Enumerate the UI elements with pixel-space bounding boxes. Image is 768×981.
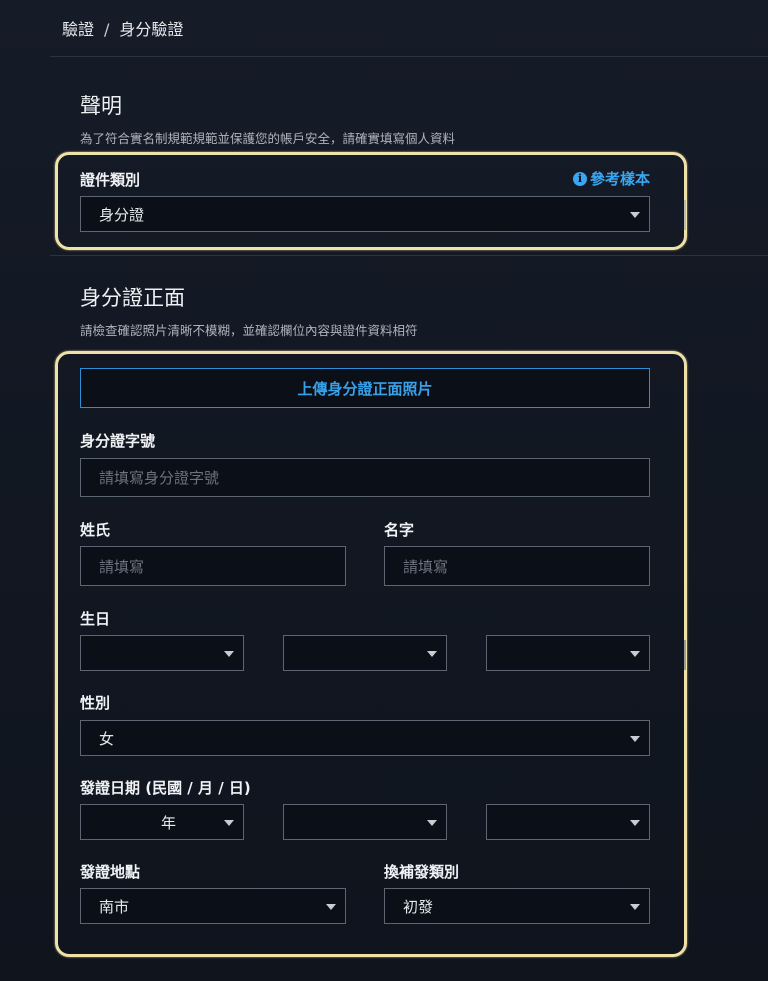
info-icon: i [572,171,587,186]
id-front-subtitle: 請檢查確認照片清晰不模糊，並確認欄位內容與證件資料相符 [80,323,418,338]
issue-year-value: 年 [161,813,177,832]
reference-sample-label: 參考樣本 [589,170,650,188]
issue-day-select[interactable] [486,804,650,840]
given-name-placeholder: 請填寫 [403,557,449,576]
issue-type-label: 換補發類別 [384,863,460,881]
section-divider [50,255,768,256]
reference-sample-link[interactable]: i 參考樣本 [572,168,650,189]
top-divider [50,56,768,57]
identity-verification-page: 驗證 / 身分驗證 聲明 為了符合實名制規範規範並保護您的帳戶安全，請確實填寫個人資… [0,0,768,981]
upload-id-front-button[interactable]: 上傳身分證正面照片 [80,368,650,408]
doc-type-label: 證件類別 [80,171,141,189]
issue-type-select[interactable]: 初發 [384,888,650,924]
chevron-down-icon [630,736,640,742]
birthday-year-select[interactable] [80,635,244,671]
surname-input[interactable]: 請填寫 [80,546,346,586]
scrollbar-indicator [684,200,686,230]
chevron-down-icon [326,904,336,910]
given-name-label: 名字 [384,521,415,539]
id-number-label: 身分證字號 [80,432,156,450]
birthday-label: 生日 [80,610,111,628]
breadcrumb-current: 身分驗證 [119,20,184,39]
issue-place-select[interactable]: 南市 [80,888,346,924]
chevron-down-icon [630,820,640,826]
id-front-title: 身分證正面 [80,286,185,310]
declaration-title: 聲明 [80,94,122,118]
surname-label: 姓氏 [80,521,111,539]
doc-type-select[interactable]: 身分證 [80,196,650,232]
gender-value: 女 [99,729,115,748]
breadcrumb-separator: / [104,20,110,39]
breadcrumb-parent[interactable]: 驗證 [62,20,94,39]
chevron-down-icon [630,212,640,218]
id-number-placeholder: 請填寫身分證字號 [99,469,220,487]
issue-place-value: 南市 [99,897,130,916]
issue-month-select[interactable] [283,804,447,840]
issue-date-label: 發證日期 (民國 / 月 / 日) [80,779,251,797]
issue-year-select[interactable]: 年 [80,804,244,840]
id-number-input[interactable]: 請填寫身分證字號 [80,458,650,497]
gender-select[interactable]: 女 [80,720,650,756]
chevron-down-icon [630,904,640,910]
chevron-down-icon [224,651,234,657]
chevron-down-icon [224,820,234,826]
surname-placeholder: 請填寫 [99,557,145,576]
breadcrumb: 驗證 / 身分驗證 [62,16,183,40]
chevron-down-icon [427,820,437,826]
issue-type-value: 初發 [403,897,434,916]
gender-label: 性別 [80,694,111,712]
birthday-month-select[interactable] [283,635,447,671]
birthday-day-select[interactable] [486,635,650,671]
doc-type-value: 身分證 [99,205,145,224]
chevron-down-icon [427,651,437,657]
given-name-input[interactable]: 請填寫 [384,546,650,586]
chevron-down-icon [630,651,640,657]
scrollbar-indicator-lower [684,640,686,670]
declaration-subtitle: 為了符合實名制規範規範並保護您的帳戶安全，請確實填寫個人資料 [80,131,456,146]
issue-place-label: 發證地點 [80,863,141,881]
